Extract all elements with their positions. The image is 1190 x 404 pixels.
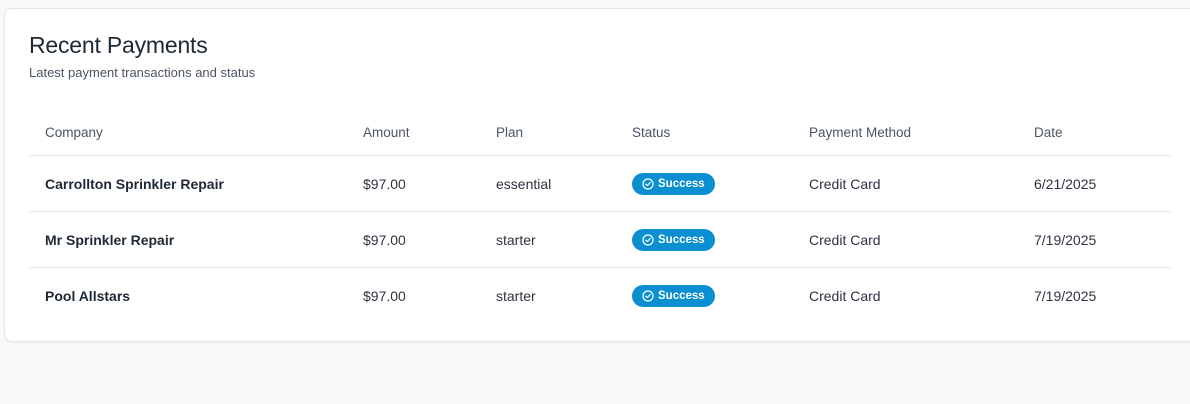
status-badge-label: Success bbox=[658, 233, 705, 246]
date-cell: 7/19/2025 bbox=[1034, 287, 1097, 304]
amount-cell: $97.00 bbox=[363, 231, 406, 248]
column-header-payment-method[interactable]: Payment Method bbox=[809, 110, 911, 155]
status-cell: Success bbox=[632, 268, 715, 323]
date-cell: 7/19/2025 bbox=[1034, 231, 1097, 248]
company-cell: Pool Allstars bbox=[45, 287, 131, 304]
column-header-amount[interactable]: Amount bbox=[363, 110, 410, 155]
status-badge-label: Success bbox=[658, 177, 705, 190]
card-subtitle: Latest payment transactions and status bbox=[29, 65, 256, 80]
plan-cell: starter bbox=[496, 287, 536, 304]
column-header-company[interactable]: Company bbox=[45, 110, 103, 155]
table-row[interactable]: Mr Sprinkler Repair $97.00 starter Succe… bbox=[29, 212, 1171, 268]
recent-payments-card: Recent Payments Latest payment transacti… bbox=[4, 8, 1190, 342]
payment-method-cell: Credit Card bbox=[809, 231, 881, 248]
company-cell: Carrollton Sprinkler Repair bbox=[45, 175, 224, 192]
table-row[interactable]: Pool Allstars $97.00 starter Success Cre… bbox=[29, 268, 1171, 323]
company-cell: Mr Sprinkler Repair bbox=[45, 231, 175, 248]
check-circle-icon bbox=[642, 233, 654, 246]
status-badge-label: Success bbox=[658, 289, 705, 302]
column-header-plan[interactable]: Plan bbox=[496, 110, 523, 155]
amount-cell: $97.00 bbox=[363, 175, 406, 192]
column-header-date[interactable]: Date bbox=[1034, 110, 1063, 155]
payment-method-cell: Credit Card bbox=[809, 287, 881, 304]
status-badge: Success bbox=[632, 284, 715, 307]
status-badge: Success bbox=[632, 228, 715, 251]
column-header-status[interactable]: Status bbox=[632, 110, 670, 155]
check-circle-icon bbox=[642, 177, 654, 190]
plan-cell: essential bbox=[496, 175, 552, 192]
status-cell: Success bbox=[632, 156, 715, 211]
status-badge: Success bbox=[632, 172, 715, 195]
amount-cell: $97.00 bbox=[363, 287, 406, 304]
payment-method-cell: Credit Card bbox=[809, 175, 881, 192]
payments-table: Company Amount Plan Status Payment Metho… bbox=[29, 110, 1171, 323]
check-circle-icon bbox=[642, 289, 654, 302]
status-cell: Success bbox=[632, 212, 715, 267]
table-row[interactable]: Carrollton Sprinkler Repair $97.00 essen… bbox=[29, 156, 1171, 212]
table-header-row: Company Amount Plan Status Payment Metho… bbox=[29, 110, 1171, 156]
plan-cell: starter bbox=[496, 231, 536, 248]
date-cell: 6/21/2025 bbox=[1034, 175, 1097, 192]
card-title: Recent Payments bbox=[29, 32, 208, 58]
